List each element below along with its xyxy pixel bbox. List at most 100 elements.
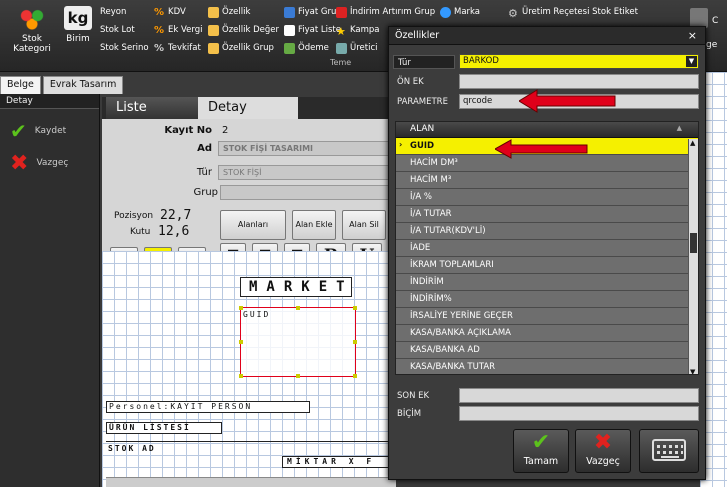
scroll-up-icon[interactable]: ▲ bbox=[690, 139, 695, 147]
vazgec-button[interactable]: ✖ Vazgeç bbox=[575, 429, 631, 473]
list-item[interactable]: KASA/BANKA AÇIKLAMA bbox=[396, 325, 698, 342]
ozellik-deger-button[interactable]: Özellik Değer bbox=[208, 22, 279, 38]
ad-field[interactable]: STOK FİŞİ TASARIMI bbox=[218, 141, 396, 156]
gear-icon: ⚙ bbox=[508, 6, 518, 20]
resize-handle[interactable] bbox=[353, 306, 357, 310]
alanlari-duzenle-button[interactable]: Alanları Düzenle bbox=[220, 210, 286, 257]
kdv-button[interactable]: % KDV bbox=[154, 4, 186, 20]
percent-icon: % bbox=[154, 6, 165, 18]
fiyat-liste-button[interactable]: Fiyat Liste bbox=[284, 22, 341, 38]
list-item[interactable]: İADE bbox=[396, 240, 698, 257]
ozellik-button[interactable]: Özellik bbox=[208, 4, 250, 20]
list-item[interactable]: İ/A TUTAR(KDV'Lİ) bbox=[396, 223, 698, 240]
birim-button[interactable]: kg Birim bbox=[64, 6, 92, 44]
ozellik-grup-button[interactable]: Özellik Grup bbox=[208, 40, 274, 56]
print-design-canvas[interactable]: MARKET GUID Personel:KAYIT PERSON ÜRÜN L… bbox=[102, 251, 396, 487]
side-panel: Detay ✔ Kaydet ✖ Vazgeç bbox=[0, 94, 100, 487]
fiyat-grup-button[interactable]: Fiyat Grup bbox=[284, 4, 342, 20]
side-panel-header: Detay bbox=[0, 94, 99, 109]
parametre-label: PARAMETRE bbox=[397, 97, 448, 107]
document-tabs: Belge Evrak Tasarım bbox=[0, 76, 140, 94]
alan-sil-button[interactable]: Alan Sil bbox=[342, 210, 386, 240]
on-ek-field[interactable] bbox=[459, 74, 699, 89]
star-icon: ★ bbox=[336, 24, 346, 38]
uretim-recetesi-button[interactable]: ⚙ Üretim Reçetesi Stok Etiket bbox=[508, 4, 638, 20]
list-item[interactable]: İRSALİYE YERİNE GEÇER bbox=[396, 308, 698, 325]
stok-kategori-button[interactable]: Stok Kategori bbox=[4, 6, 60, 54]
vazgec-button[interactable]: ✖ Vazgeç bbox=[0, 147, 99, 179]
list-item[interactable]: KASA/BANKA AD bbox=[396, 342, 698, 359]
view-tabs: Liste Detay bbox=[102, 97, 396, 119]
globe-icon bbox=[440, 6, 451, 18]
document-icon bbox=[284, 24, 295, 36]
row-pointer-icon: › bbox=[399, 140, 403, 149]
list-item[interactable]: İNDİRİM% bbox=[396, 291, 698, 308]
list-item[interactable]: HACİM M³ bbox=[396, 172, 698, 189]
bicim-field[interactable] bbox=[459, 406, 699, 421]
stok-lot-button[interactable]: Stok Lot bbox=[100, 22, 135, 38]
vertical-scrollbar[interactable]: ▲ ▼ bbox=[688, 139, 698, 374]
scroll-down-icon[interactable]: ▼ bbox=[690, 368, 695, 374]
ek-vergi-button[interactable]: % Ek Vergi bbox=[154, 22, 202, 38]
personel-text-box[interactable]: Personel:KAYIT PERSON bbox=[106, 401, 310, 413]
miktar-text-box[interactable]: MİKTAR X F bbox=[282, 456, 396, 468]
resize-handle[interactable] bbox=[239, 374, 243, 378]
kutu-value: 12,6 bbox=[158, 224, 190, 239]
stok-serino-button[interactable]: Stok Serino bbox=[100, 40, 149, 56]
kampanya-button[interactable]: ★ Kampa bbox=[336, 22, 380, 38]
horizontal-scrollbar[interactable] bbox=[106, 477, 396, 487]
resize-handle[interactable] bbox=[353, 374, 357, 378]
uretici-button[interactable]: Üretici bbox=[336, 40, 378, 56]
main-form: Liste Detay Kayıt No 2 Ad STOK FİŞİ TASA… bbox=[102, 97, 396, 487]
list-item[interactable]: İNDİRİM bbox=[396, 274, 698, 291]
keyboard-icon bbox=[652, 439, 686, 461]
marka-button[interactable]: Marka bbox=[440, 4, 480, 20]
ad-label: Ad bbox=[197, 143, 212, 154]
resize-handle[interactable] bbox=[296, 306, 300, 310]
tab-detay[interactable]: Detay bbox=[198, 97, 298, 119]
son-ek-field[interactable] bbox=[459, 388, 699, 403]
odeme-button[interactable]: Ödeme bbox=[284, 40, 329, 56]
stok-ad-text[interactable]: STOK AD bbox=[106, 444, 186, 456]
on-ek-label: ÖN EK bbox=[397, 77, 424, 87]
tab-evrak-tasarim[interactable]: Evrak Tasarım bbox=[42, 76, 124, 94]
list-item[interactable]: KASA/BANKA TUTAR bbox=[396, 359, 698, 374]
tag-icon bbox=[690, 8, 708, 28]
chevron-down-icon[interactable]: ▼ bbox=[686, 56, 697, 67]
reyon-button[interactable]: Reyon bbox=[100, 4, 126, 20]
red-arrow-annotation bbox=[495, 139, 588, 159]
red-arrow-annotation bbox=[519, 89, 616, 113]
list-item[interactable]: İ/A % bbox=[396, 189, 698, 206]
tur-field[interactable]: STOK FİŞİ bbox=[218, 165, 396, 180]
dialog-title-bar: Özellikler × bbox=[389, 27, 705, 45]
list-icon bbox=[208, 6, 219, 18]
tamam-button[interactable]: ✔ Tamam bbox=[513, 429, 569, 473]
guid-field-box[interactable]: GUID bbox=[239, 306, 357, 378]
close-icon[interactable]: × bbox=[688, 29, 697, 42]
kayit-no-label: Kayıt No bbox=[164, 125, 212, 136]
market-text-box[interactable]: MARKET bbox=[240, 277, 352, 297]
alan-ekle-button[interactable]: Alan Ekle bbox=[292, 210, 336, 240]
grup-label: Grup bbox=[193, 187, 218, 198]
resize-handle[interactable] bbox=[353, 340, 357, 344]
scroll-thumb[interactable] bbox=[690, 233, 697, 253]
grup-field[interactable] bbox=[220, 185, 396, 200]
resize-handle[interactable] bbox=[239, 340, 243, 344]
factory-icon bbox=[336, 42, 347, 54]
sort-asc-icon[interactable]: ▲ bbox=[677, 124, 682, 132]
tab-liste[interactable]: Liste bbox=[106, 97, 198, 119]
urun-listesi-text-box[interactable]: ÜRÜN LİSTESİ bbox=[106, 422, 222, 434]
list-item[interactable]: İKRAM TOPLAMLARI bbox=[396, 257, 698, 274]
tevkifat-button[interactable]: % Tevkifat bbox=[154, 40, 201, 56]
keyboard-button[interactable] bbox=[639, 429, 699, 473]
tab-belge[interactable]: Belge bbox=[0, 76, 41, 94]
resize-handle[interactable] bbox=[296, 374, 300, 378]
alan-column-header: ALAN ▲ bbox=[396, 122, 698, 138]
kaydet-button[interactable]: ✔ Kaydet bbox=[0, 115, 99, 147]
bicim-label: BİÇİM bbox=[397, 409, 422, 419]
list-item[interactable]: İ/A TUTAR bbox=[396, 206, 698, 223]
tur-dropdown[interactable]: BARKOD ▼ bbox=[459, 54, 699, 69]
price-tag-icon bbox=[284, 6, 295, 18]
indirim-artirim-grup-button[interactable]: İndirim Artırım Grup bbox=[336, 4, 435, 20]
resize-handle[interactable] bbox=[239, 306, 243, 310]
